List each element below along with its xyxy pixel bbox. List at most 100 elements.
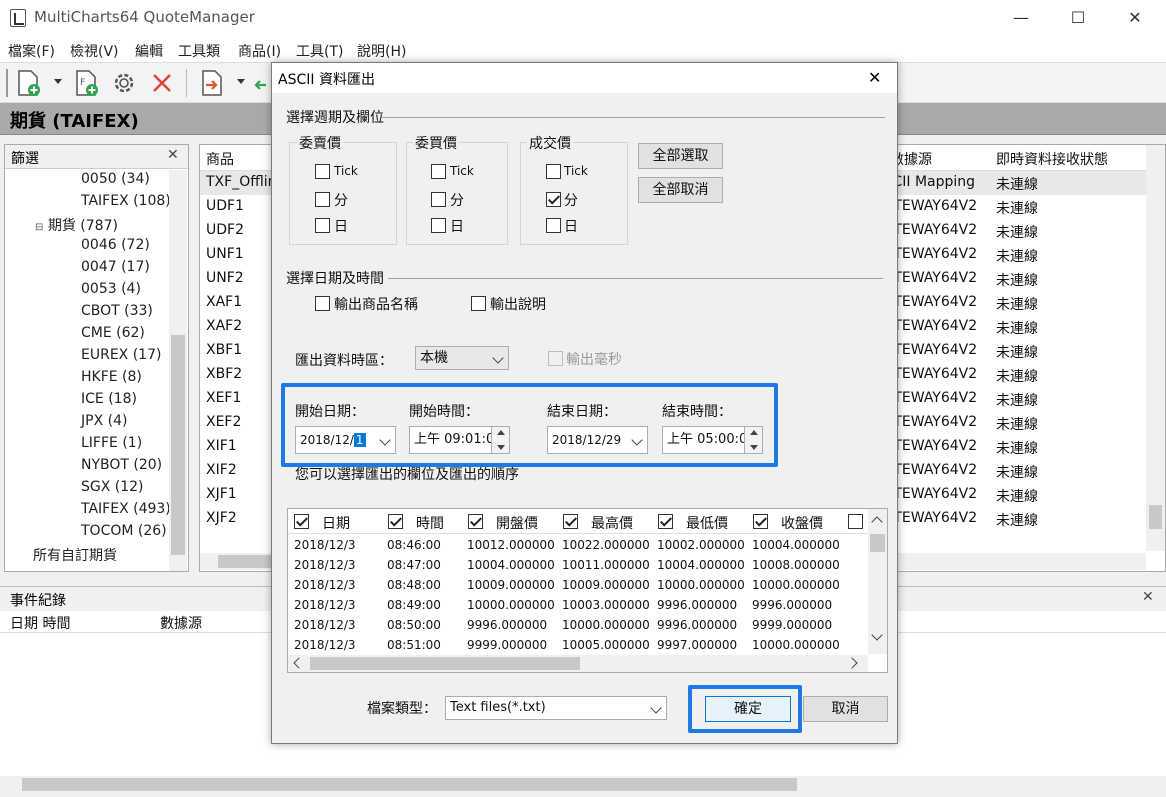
tree-item[interactable]: NYBOT (20) — [81, 457, 162, 473]
tree-item[interactable]: ICE (18) — [81, 391, 137, 407]
gear-icon[interactable] — [110, 69, 138, 97]
filter-close-icon[interactable]: ✕ — [167, 147, 179, 163]
tree-item[interactable]: SGX (12) — [81, 479, 144, 495]
tree-item[interactable]: TAIFEX (493) — [81, 501, 171, 517]
grid-symbol-cell[interactable]: XEF2 — [206, 414, 241, 430]
column-checkbox[interactable] — [658, 514, 673, 529]
column-checkbox[interactable] — [468, 514, 483, 529]
col-header-status[interactable]: 即時資料接收狀態 — [996, 149, 1108, 169]
tree-item[interactable]: LIFFE (1) — [81, 435, 142, 451]
grid-symbol-cell[interactable]: XAF1 — [206, 294, 242, 310]
column-header[interactable]: 最低價 — [686, 513, 728, 533]
end-time-picker[interactable]: 上午 05:00:0 — [662, 426, 763, 454]
bid-minute-checkbox[interactable] — [431, 192, 446, 207]
tree-item[interactable]: TAIFEX (108) — [81, 193, 171, 209]
grid-symbol-cell[interactable]: XBF1 — [206, 342, 242, 358]
grid-vscrollbar[interactable] — [1146, 145, 1165, 551]
scroll-right-icon[interactable] — [846, 657, 858, 669]
grid-symbol-cell[interactable]: UNF1 — [206, 246, 244, 262]
event-log-hscrollbar[interactable] — [0, 776, 1166, 793]
cancel-button[interactable]: 取消 — [803, 696, 888, 722]
tree-item[interactable]: JPX (4) — [81, 413, 127, 429]
column-checkbox[interactable] — [294, 514, 309, 529]
ask-day-checkbox[interactable] — [315, 218, 330, 233]
scroll-left-icon[interactable] — [293, 657, 305, 669]
trade-day-checkbox[interactable] — [546, 218, 561, 233]
tree-item[interactable]: EUREX (17) — [81, 347, 161, 363]
end-time-spinner[interactable] — [744, 427, 762, 453]
table-hscrollbar[interactable] — [288, 655, 868, 672]
bid-day-checkbox[interactable] — [431, 218, 446, 233]
export-ms-checkbox[interactable] — [548, 351, 563, 366]
filter-scrollbar[interactable] — [169, 170, 187, 571]
import-icon[interactable] — [252, 69, 272, 97]
export-name-checkbox[interactable] — [315, 296, 330, 311]
grid-symbol-cell[interactable]: XAF2 — [206, 318, 242, 334]
filetype-select[interactable]: Text files(*.txt) — [445, 696, 667, 720]
menu-view[interactable]: 檢視(V) — [70, 41, 119, 61]
scroll-up-icon[interactable] — [871, 516, 883, 528]
tree-item[interactable]: 0046 (72) — [81, 237, 150, 253]
tree-item-futures[interactable]: ⊟ 期貨 (787) — [35, 215, 118, 235]
col-header-datetime[interactable]: 日期 時間 — [10, 613, 70, 633]
menu-symbol[interactable]: 商品(I) — [238, 41, 281, 61]
grid-symbol-cell[interactable]: UDF1 — [206, 198, 244, 214]
grid-symbol-cell[interactable]: UNF2 — [206, 270, 244, 286]
grid-symbol-cell[interactable]: XIF2 — [206, 462, 237, 478]
column-header[interactable]: 開盤價 — [496, 513, 538, 533]
column-checkbox[interactable] — [848, 514, 863, 529]
dialog-close-button[interactable]: ✕ — [868, 68, 881, 87]
ok-button[interactable]: 確定 — [705, 696, 791, 722]
close-button[interactable]: ✕ — [1112, 2, 1158, 34]
select-all-button[interactable]: 全部選取 — [638, 143, 723, 169]
export-dropdown-arrow-icon[interactable] — [237, 79, 245, 84]
grid-symbol-cell[interactable]: XIF1 — [206, 438, 237, 454]
timezone-select[interactable]: 本機 — [415, 346, 509, 370]
trade-tick-checkbox[interactable] — [546, 164, 561, 179]
menu-tool-type[interactable]: 工具類 — [178, 41, 220, 61]
grid-symbol-cell[interactable]: XJF1 — [206, 486, 237, 502]
bid-tick-checkbox[interactable] — [431, 164, 446, 179]
tree-item[interactable]: HKFE (8) — [81, 369, 142, 385]
column-checkbox[interactable] — [563, 514, 578, 529]
new-document-icon[interactable] — [14, 69, 42, 97]
tree-item[interactable]: 0047 (17) — [81, 259, 150, 275]
tree-item[interactable]: TOCOM (26) — [81, 523, 167, 539]
tree-collapse-icon[interactable]: ⊟ — [35, 222, 43, 233]
grid-symbol-cell[interactable]: XEF1 — [206, 390, 241, 406]
grid-symbol-cell[interactable]: XJF2 — [206, 510, 237, 526]
deselect-all-button[interactable]: 全部取消 — [638, 177, 723, 203]
column-header[interactable]: 時間 — [416, 513, 444, 533]
start-date-picker[interactable]: 2018/12/1 — [295, 426, 396, 454]
end-date-picker[interactable]: 2018/12/29 — [547, 426, 648, 454]
menu-edit[interactable]: 編輯 — [135, 41, 163, 61]
column-header[interactable]: 最高價 — [591, 513, 633, 533]
tree-item[interactable]: 0050 (34) — [81, 171, 150, 187]
export-desc-checkbox[interactable] — [471, 296, 486, 311]
ask-tick-checkbox[interactable] — [315, 164, 330, 179]
start-time-spinner[interactable] — [491, 427, 509, 453]
table-vscrollbar[interactable] — [868, 509, 887, 654]
tree-item[interactable]: CBOT (33) — [81, 303, 153, 319]
minimize-button[interactable]: — — [998, 2, 1044, 34]
column-checkbox[interactable] — [753, 514, 768, 529]
new-symbol-icon[interactable]: F — [72, 69, 100, 97]
tree-item[interactable]: 所有自訂期貨 — [33, 545, 117, 565]
menu-tools[interactable]: 工具(T) — [296, 41, 343, 61]
event-log-close-icon[interactable]: ✕ — [1142, 589, 1154, 605]
column-checkbox[interactable] — [388, 514, 403, 529]
start-time-picker[interactable]: 上午 09:01:0 — [409, 426, 510, 454]
trade-minute-checkbox[interactable] — [546, 192, 561, 207]
grid-symbol-cell[interactable]: UDF2 — [206, 222, 244, 238]
column-header[interactable]: 收盤價 — [781, 513, 823, 533]
menu-file[interactable]: 檔案(F) — [8, 41, 55, 61]
menu-help[interactable]: 說明(H) — [357, 41, 406, 61]
grid-symbol-cell[interactable]: XBF2 — [206, 366, 242, 382]
col-header-source[interactable]: 數據源 — [160, 613, 202, 633]
maximize-button[interactable]: ☐ — [1055, 2, 1101, 34]
ask-minute-checkbox[interactable] — [315, 192, 330, 207]
scroll-down-icon[interactable] — [871, 629, 883, 641]
column-header[interactable]: 日期 — [322, 513, 350, 533]
col-header-symbol[interactable]: 商品 — [206, 149, 234, 169]
new-dropdown-arrow-icon[interactable] — [54, 79, 62, 84]
